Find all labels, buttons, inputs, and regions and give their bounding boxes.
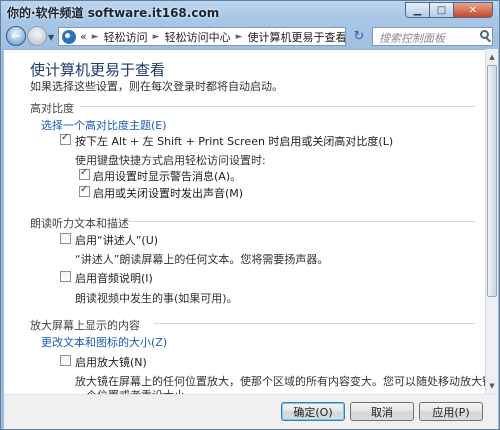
minimize-button[interactable]: ▁ <box>405 2 429 18</box>
close-icon: ✕ <box>468 4 478 16</box>
caption-buttons: ▁ □ ✕ <box>405 2 493 18</box>
breadcrumb-item-ease-of-access[interactable]: 轻松访问 <box>104 29 148 45</box>
refresh-icon: ↻ <box>353 29 365 44</box>
breadcrumb-separator: ► <box>235 31 243 42</box>
back-arrow-icon: ← <box>10 29 22 43</box>
content-pane: 使计算机更易于查看 如果选择这些设置，则在每次登录时都将自动启动。 高对比度 选… <box>4 49 485 395</box>
search-placeholder: 搜索控制面板 <box>379 32 445 45</box>
show-warning-checkbox[interactable] <box>79 167 90 180</box>
choose-high-contrast-theme-link[interactable]: 选择一个高对比度主题(E) <box>41 117 167 133</box>
audio-description-label[interactable]: 启用音频说明(I) <box>75 270 153 286</box>
cancel-button[interactable]: 取消 <box>350 402 414 421</box>
page-title: 使计算机更易于查看 <box>30 61 166 79</box>
dialog-button-bar: 确定(O) 取消 应用(P) <box>4 394 498 429</box>
watermark: 你的·软件频道 software.it168.com <box>7 6 220 20</box>
forward-arrow-icon: → <box>31 29 43 43</box>
minimize-icon: ▁ <box>413 4 422 16</box>
section-heading-narrator: 朗读听力文本和描述 <box>30 217 129 230</box>
recent-pages-dropdown-icon[interactable]: ▼ <box>48 33 54 42</box>
section-divider <box>128 221 475 222</box>
scroll-thumb[interactable] <box>487 65 497 297</box>
breadcrumb-item-ease-of-access-center[interactable]: 轻松访问中心 <box>165 29 231 45</box>
address-bar[interactable]: « ► 轻松访问 ► 轻松访问中心 ► 使计算机更易于查看 ▼ <box>58 27 346 46</box>
breadcrumb-separator: ► <box>91 31 99 42</box>
maximize-button[interactable]: □ <box>429 2 453 18</box>
maximize-icon: □ <box>436 4 447 16</box>
breadcrumb-item-current[interactable]: 使计算机更易于查看 <box>248 29 346 45</box>
search-icon[interactable] <box>480 30 489 39</box>
refresh-button[interactable]: ↻ <box>349 27 369 46</box>
forward-button[interactable]: → <box>27 26 47 46</box>
vertical-scrollbar[interactable]: ▲ ▼ <box>485 49 498 394</box>
breadcrumb-separator: ► <box>152 31 160 42</box>
audio-description-checkbox[interactable] <box>60 271 71 282</box>
page-subtitle: 如果选择这些设置，则在每次登录时都将自动启动。 <box>30 80 283 93</box>
make-sound-label[interactable]: 启用或关闭设置时发出声音(M) <box>93 185 243 201</box>
control-panel-window: 你的·软件频道 software.it168.com ▁ □ ✕ ← → ▼ «… <box>0 0 500 430</box>
narrator-description: “讲述人”朗读屏幕上的任何文本。您将需要扬声器。 <box>75 253 329 266</box>
section-divider <box>80 106 475 107</box>
change-text-icon-size-link[interactable]: 更改文本和图标的大小(Z) <box>41 334 167 350</box>
scroll-up-arrow-icon[interactable]: ▲ <box>486 50 498 64</box>
high-contrast-shortcut-checkbox[interactable] <box>60 132 71 145</box>
audio-description-text: 朗读视频中发生的事(如果可用)。 <box>75 292 238 305</box>
ok-button[interactable]: 确定(O) <box>281 402 345 421</box>
show-warning-label[interactable]: 启用设置时显示警告消息(A)。 <box>93 168 241 184</box>
control-panel-icon <box>62 29 76 44</box>
apply-button[interactable]: 应用(P) <box>419 402 483 421</box>
title-bar[interactable]: 你的·软件频道 software.it168.com ▁ □ ✕ <box>1 1 499 23</box>
scroll-down-arrow-icon[interactable]: ▼ <box>486 379 498 393</box>
navigation-bar: ← → ▼ « ► 轻松访问 ► 轻松访问中心 ► 使计算机更易于查看 ▼ ↻ … <box>1 23 499 49</box>
magnifier-label[interactable]: 启用放大镜(N) <box>75 354 147 370</box>
section-heading-magnify: 放大屏幕上显示的内容 <box>30 319 140 332</box>
shortcut-intro-text: 使用键盘快捷方式启用轻松访问设置时: <box>75 154 266 167</box>
close-button[interactable]: ✕ <box>453 2 493 18</box>
back-button[interactable]: ← <box>6 26 26 46</box>
narrator-checkbox[interactable] <box>60 233 71 244</box>
section-divider <box>154 323 475 324</box>
section-heading-high-contrast: 高对比度 <box>30 102 74 115</box>
search-box[interactable]: 搜索控制面板 <box>372 27 493 46</box>
narrator-label[interactable]: 启用“讲述人”(U) <box>75 232 158 248</box>
make-sound-checkbox[interactable] <box>79 184 90 197</box>
magnifier-checkbox[interactable] <box>60 355 71 366</box>
high-contrast-shortcut-label[interactable]: 按下左 Alt + 左 Shift + Print Screen 时启用或关闭高… <box>75 133 393 149</box>
breadcrumb-overflow[interactable]: « <box>80 30 87 43</box>
